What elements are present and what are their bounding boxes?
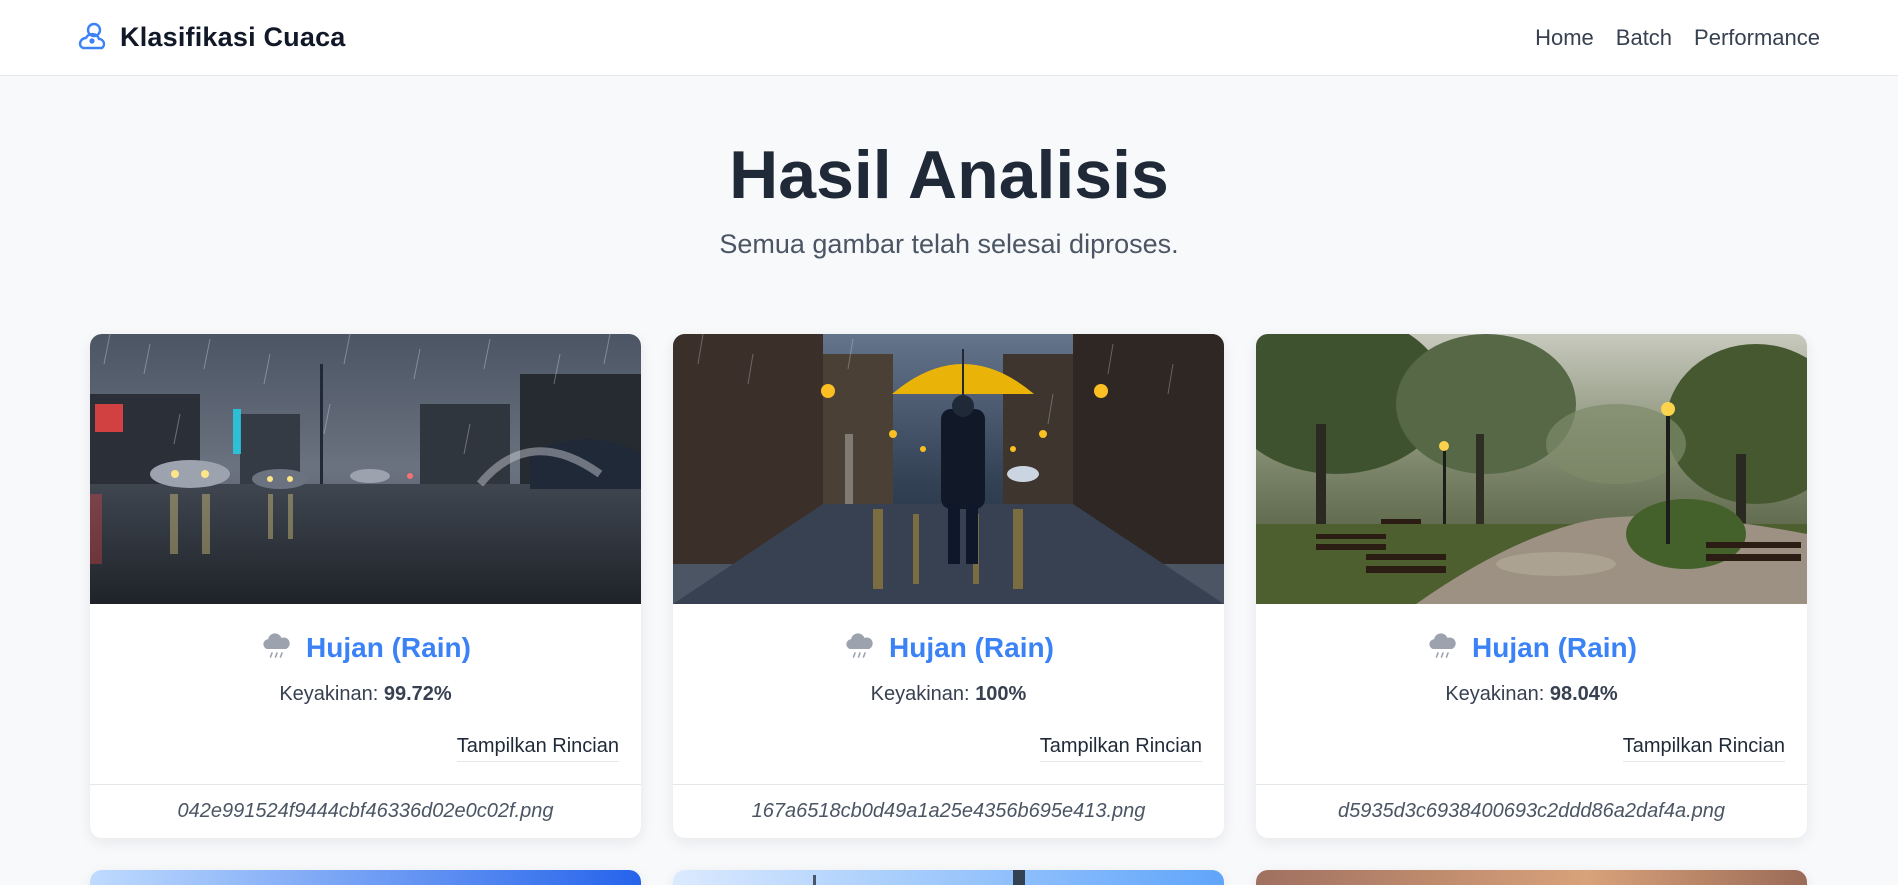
result-card: Hujan (Rain) Keyakinan: 99.72% Tampilkan… [90,334,641,838]
confidence-label: Keyakinan: [870,683,970,705]
result-image [673,870,1224,885]
result-filename: d5935d3c6938400693c2ddd86a2daf4a.png [1256,784,1807,838]
result-card-partial [673,870,1224,885]
confidence-value: 100% [975,683,1027,705]
result-image [90,870,641,885]
confidence: Keyakinan: 99.72% [90,683,641,706]
result-image [90,334,641,604]
prediction-label: Hujan (Rain) [1472,631,1637,663]
result-body: Hujan (Rain) Keyakinan: 100% Tampilkan R… [673,604,1224,784]
prediction-label: Hujan (Rain) [306,631,471,663]
result-image [1256,334,1807,604]
result-filename: 167a6518cb0d49a1a25e4356b695e413.png [673,784,1224,838]
brand[interactable]: Klasifikasi Cuaca [74,20,346,56]
confidence-value: 99.72% [383,683,452,705]
show-details-button[interactable]: Tampilkan Rincian [456,733,619,762]
label-row: Hujan (Rain) [90,628,641,667]
result-card: Hujan (Rain) Keyakinan: 98.04% Tampilkan… [1256,334,1807,838]
confidence: Keyakinan: 100% [673,683,1224,706]
result-image [673,334,1224,604]
result-filename: 042e991524f9444cbf46336d02e0c02f.png [90,784,641,838]
page-title: Hasil Analisis [729,137,1169,213]
prediction-label: Hujan (Rain) [889,631,1054,663]
result-body: Hujan (Rain) Keyakinan: 98.04% Tampilkan… [1256,604,1807,784]
nav-link-performance[interactable]: Performance [1694,25,1820,51]
hero: Hasil Analisis Semua gambar telah selesa… [0,76,1898,260]
page-subtitle: Semua gambar telah selesai diproses. [719,229,1179,260]
result-card: Hujan (Rain) Keyakinan: 100% Tampilkan R… [673,334,1224,838]
results-grid: Hujan (Rain) Keyakinan: 99.72% Tampilkan… [90,334,1808,885]
result-image [1256,870,1807,885]
label-row: Hujan (Rain) [673,628,1224,667]
show-details-button[interactable]: Tampilkan Rincian [1039,733,1202,762]
weather-logo-icon [74,20,110,56]
nav-link-home[interactable]: Home [1535,25,1594,51]
confidence-label: Keyakinan: [1445,683,1545,705]
nav-link-batch[interactable]: Batch [1616,25,1672,51]
navbar: Klasifikasi Cuaca Home Batch Performance [0,0,1898,76]
label-row: Hujan (Rain) [1256,628,1807,667]
brand-title: Klasifikasi Cuaca [120,22,346,52]
rain-cloud-icon [1426,628,1460,667]
rain-cloud-icon [843,628,877,667]
rain-cloud-icon [260,628,294,667]
confidence-value: 98.04% [1549,683,1618,705]
confidence: Keyakinan: 98.04% [1256,683,1807,706]
result-card-partial [90,870,641,885]
nav-links: Home Batch Performance [1535,25,1820,51]
confidence-label: Keyakinan: [279,683,379,705]
result-body: Hujan (Rain) Keyakinan: 99.72% Tampilkan… [90,604,641,784]
result-card-partial [1256,870,1807,885]
show-details-button[interactable]: Tampilkan Rincian [1622,733,1785,762]
